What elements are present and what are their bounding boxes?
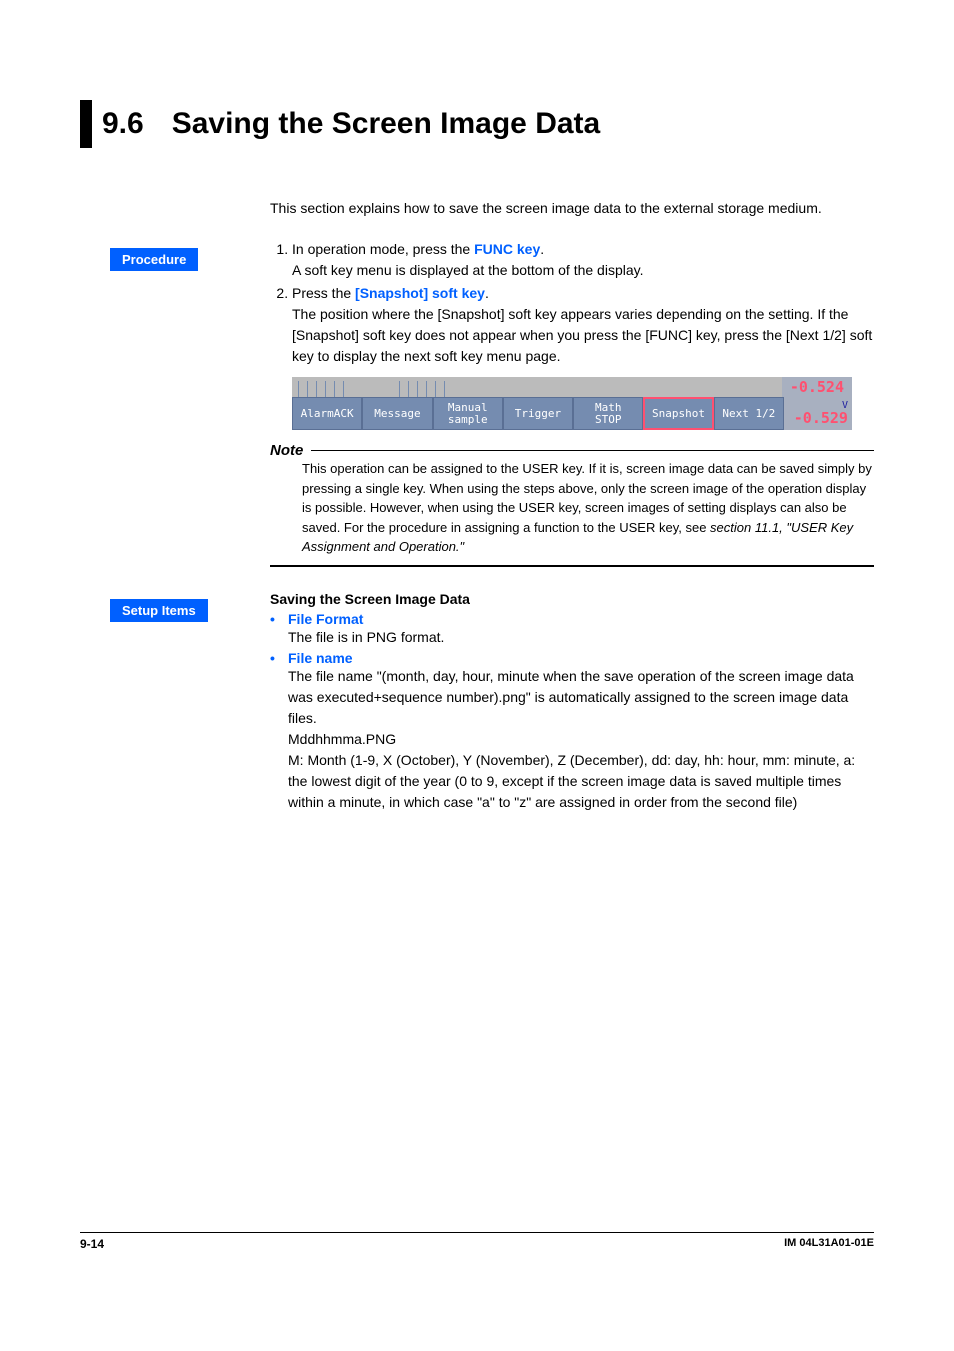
- step-1-post: .: [540, 241, 544, 257]
- device-screenshot: -0.524 AlarmACK Message Manualsample Tri…: [292, 377, 852, 430]
- section-bar-icon: [80, 100, 92, 148]
- func-key-label: FUNC key: [474, 241, 540, 257]
- bullet-file-name: • File name: [270, 650, 874, 666]
- reading-bottom: -0.529: [794, 411, 848, 426]
- tick-area: [292, 377, 782, 397]
- screenshot-top-row: -0.524: [292, 377, 852, 397]
- document-page: 9.6 Saving the Screen Image Data This se…: [0, 0, 954, 1351]
- document-id: IM 04L31A01-01E: [784, 1237, 874, 1251]
- section-number: 9.6: [102, 107, 144, 141]
- note-label: Note: [270, 442, 303, 459]
- step-2-post: .: [485, 285, 489, 301]
- step-1-text-a: In operation mode, press the: [292, 241, 474, 257]
- note-header: Note: [270, 442, 874, 459]
- bullet-file-name-label: File name: [288, 650, 353, 666]
- step-1: In operation mode, press the FUNC key. A…: [292, 239, 874, 281]
- step-1-text-b: A soft key menu is displayed at the bott…: [292, 260, 874, 281]
- page-footer: 9-14 IM 04L31A01-01E: [80, 1232, 874, 1251]
- bullet-dot-icon: •: [270, 611, 288, 627]
- page-number: 9-14: [80, 1237, 104, 1251]
- softkey-message[interactable]: Message: [362, 397, 432, 430]
- softkey-snapshot[interactable]: Snapshot: [643, 397, 713, 430]
- bullet-file-name-body2: Mddhhmma.PNG: [288, 729, 874, 750]
- note-rule-bottom: [270, 565, 874, 567]
- setup-title: Saving the Screen Image Data: [270, 591, 874, 607]
- softkey-manual-sample[interactable]: Manualsample: [433, 397, 503, 430]
- note-body: This operation can be assigned to the US…: [302, 459, 874, 557]
- procedure-label: Procedure: [110, 248, 198, 271]
- procedure-steps: In operation mode, press the FUNC key. A…: [270, 239, 874, 367]
- step-2-text-a: Press the: [292, 285, 355, 301]
- intro-text: This section explains how to save the sc…: [270, 198, 874, 219]
- softkey-alarmack[interactable]: AlarmACK: [292, 397, 362, 430]
- softkey-math-stop[interactable]: MathSTOP: [573, 397, 643, 430]
- section-header: 9.6 Saving the Screen Image Data: [80, 100, 874, 148]
- reading-bottom-cell: V -0.529: [784, 397, 852, 430]
- softkey-next[interactable]: Next 1/2: [714, 397, 784, 430]
- bullet-file-name-body1: The file name "(month, day, hour, minute…: [288, 666, 874, 729]
- bullet-file-format: • File Format: [270, 611, 874, 627]
- snapshot-key-label: [Snapshot] soft key: [355, 285, 485, 301]
- softkey-trigger[interactable]: Trigger: [503, 397, 573, 430]
- step-2-text-b: The position where the [Snapshot] soft k…: [292, 304, 874, 367]
- reading-top: -0.524: [782, 377, 852, 397]
- bullet-file-name-body3: M: Month (1-9, X (October), Y (November)…: [288, 750, 874, 813]
- bullet-file-format-body: The file is in PNG format.: [288, 627, 874, 648]
- note-rule-top: [311, 450, 874, 451]
- setup-items-label: Setup Items: [110, 599, 208, 622]
- bullet-file-format-label: File Format: [288, 611, 363, 627]
- softkey-row: AlarmACK Message Manualsample Trigger Ma…: [292, 397, 852, 430]
- step-2: Press the [Snapshot] soft key. The posit…: [292, 283, 874, 367]
- section-title: Saving the Screen Image Data: [172, 107, 601, 141]
- bullet-dot-icon: •: [270, 650, 288, 666]
